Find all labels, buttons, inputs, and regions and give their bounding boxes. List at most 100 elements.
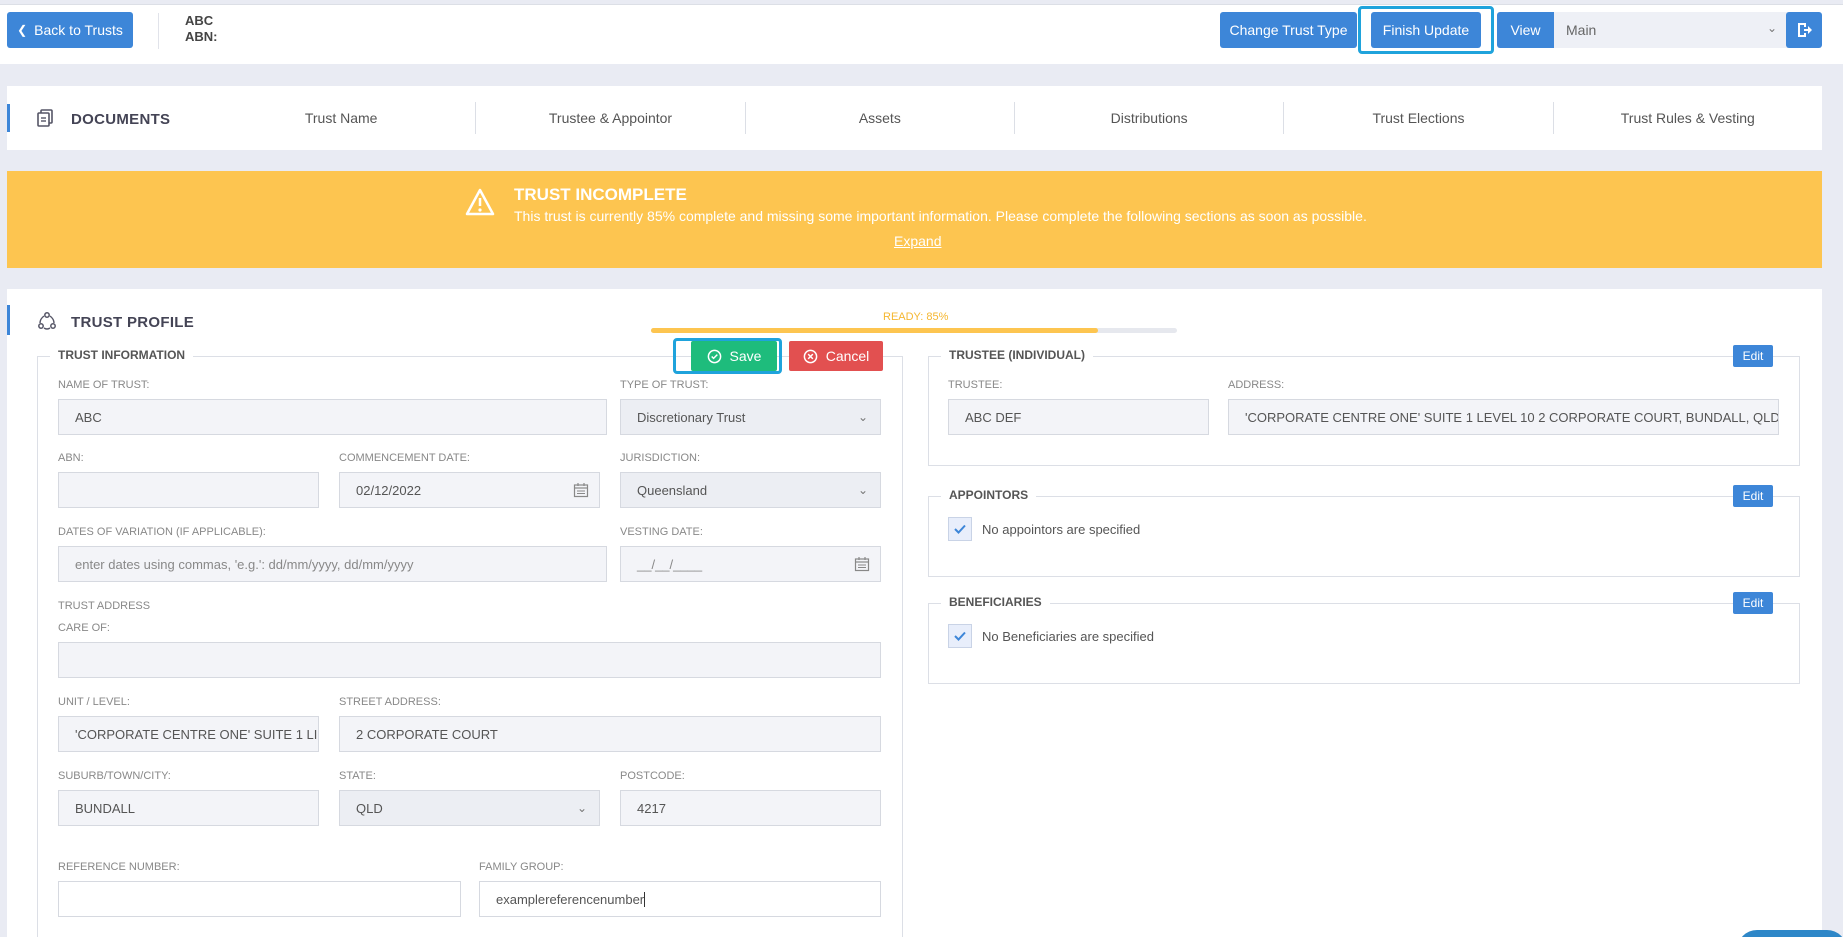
documents-nav: DOCUMENTS Trust Name Trustee & Appointor… [7,86,1822,150]
care-of-input[interactable] [58,642,881,678]
trust-information-legend: TRUST INFORMATION [50,348,194,362]
no-beneficiaries-checkbox[interactable] [948,624,972,648]
trust-profile-panel: TRUST PROFILE READY: 85% TRUST INFORMATI… [7,289,1822,937]
save-label: Save [729,348,762,364]
family-group-value: examplereferencenumber [496,891,645,907]
suburb-input[interactable]: BUNDALL [58,790,319,826]
save-button[interactable]: Save [691,341,777,371]
help-widget-button[interactable] [1737,930,1843,937]
view-label: View [1497,12,1554,48]
chevron-down-icon: ⌄ [1766,21,1777,35]
entity-name: ABC [185,13,214,28]
dates-of-variation-label: DATES OF VARIATION (IF APPLICABLE): [58,526,266,538]
tab-distributions[interactable]: Distributions [1013,102,1283,134]
appointors-legend: APPOINTORS [941,488,1037,502]
view-dropdown[interactable]: Main ⌄ [1554,12,1789,48]
cancel-label: Cancel [825,348,870,364]
type-of-trust-value: Discretionary Trust [637,409,746,425]
view-selected-value: Main [1566,22,1597,38]
vesting-date-input[interactable]: __/__/____ [620,546,881,582]
view-selector[interactable]: View Main ⌄ [1497,12,1789,48]
jurisdiction-label: JURISDICTION: [620,452,701,464]
vesting-date-placeholder: __/__/____ [637,556,703,572]
trustee-input[interactable]: ABC DEF [948,399,1209,435]
chevron-down-icon: ⌄ [857,410,868,424]
tab-trustee-appointor[interactable]: Trustee & Appointor [475,102,744,134]
entity-abn: ABN: [185,29,218,44]
beneficiaries-legend: BENEFICIARIES [941,595,1050,609]
back-button-label: Back to Trusts [34,22,123,38]
unit-level-input[interactable]: 'CORPORATE CENTRE ONE' SUITE 1 LI [58,716,319,752]
text-cursor [644,891,646,907]
expand-link[interactable]: Expand [894,233,941,249]
calendar-icon[interactable] [573,482,589,498]
profile-accent-bar [7,305,10,335]
beneficiaries-edit-button[interactable]: Edit [1733,592,1773,614]
street-address-label: STREET ADDRESS: [339,696,441,708]
street-address-input[interactable]: 2 CORPORATE COURT [339,716,881,752]
calendar-icon[interactable] [854,556,870,572]
appointors-edit-button[interactable]: Edit [1733,485,1773,507]
header-divider [158,13,159,49]
unit-level-label: UNIT / LEVEL: [58,696,130,708]
no-beneficiaries-label: No Beneficiaries are specified [982,629,1154,644]
jurisdiction-value: Queensland [637,482,708,498]
back-to-trusts-button[interactable]: ❮ Back to Trusts [7,12,133,48]
trustee-address-input[interactable]: 'CORPORATE CENTRE ONE' SUITE 1 LEVEL 10 … [1228,399,1779,435]
banner-text: This trust is currently 85% complete and… [514,208,1367,224]
banner-title: TRUST INCOMPLETE [514,185,687,204]
type-of-trust-select[interactable]: Discretionary Trust ⌄ [620,399,881,435]
documents-label: DOCUMENTS [71,111,171,128]
vesting-date-label: VESTING DATE: [620,526,703,538]
no-appointors-label: No appointors are specified [982,522,1141,537]
type-of-trust-label: TYPE OF TRUST: [620,379,709,391]
reference-number-label: REFERENCE NUMBER: [58,861,180,873]
care-of-label: CARE OF: [58,622,110,634]
family-group-input[interactable]: examplereferencenumber [479,881,881,917]
state-select[interactable]: QLD ⌄ [339,790,600,826]
checkmark-icon [954,631,966,641]
cancel-button[interactable]: Cancel [789,341,883,371]
ready-progress-fill [651,328,1099,333]
change-trust-type-button[interactable]: Change Trust Type [1220,12,1357,48]
tab-trust-elections[interactable]: Trust Elections [1283,102,1552,134]
trust-incomplete-banner: TRUST INCOMPLETE This trust is currently… [7,171,1822,268]
chevron-down-icon: ⌄ [576,801,587,815]
family-group-label: FAMILY GROUP: [479,861,564,873]
name-of-trust-label: NAME OF TRUST: [58,379,150,391]
reference-number-input[interactable] [58,881,461,917]
exit-icon [1798,23,1812,37]
postcode-input[interactable]: 4217 [620,790,881,826]
postcode-label: POSTCODE: [620,770,685,782]
chevron-down-icon: ⌄ [857,483,868,497]
chevron-left-icon: ❮ [17,23,28,37]
state-value: QLD [356,800,383,816]
close-circle-icon [803,349,818,363]
trust-address-heading: TRUST ADDRESS [58,600,151,612]
state-label: STATE: [339,770,376,782]
ready-progress-bar [651,328,1177,333]
suburb-label: SUBURB/TOWN/CITY: [58,770,171,782]
dates-of-variation-placeholder: enter dates using commas, 'e.g.': dd/mm/… [75,556,414,572]
exit-button[interactable] [1786,12,1822,48]
tab-trust-rules-vesting[interactable]: Trust Rules & Vesting [1552,102,1822,134]
no-appointors-checkbox[interactable] [948,517,972,541]
commencement-date-input[interactable]: 02/12/2022 [339,472,600,508]
top-bar: ❮ Back to Trusts ABC ABN: Change Trust T… [0,4,1843,64]
profile-title: TRUST PROFILE [71,314,195,331]
tab-trust-name[interactable]: Trust Name [207,102,475,134]
trustee-legend: TRUSTEE (INDIVIDUAL) [941,348,1093,362]
nav-accent-bar [7,104,10,132]
warning-icon [465,188,495,216]
tab-assets[interactable]: Assets [744,102,1014,134]
abn-input[interactable] [58,472,319,508]
name-of-trust-input[interactable]: ABC [58,399,607,435]
dates-of-variation-input[interactable]: enter dates using commas, 'e.g.': dd/mm/… [58,546,607,582]
jurisdiction-select[interactable]: Queensland ⌄ [620,472,881,508]
nav-tabs: Trust Name Trustee & Appointor Assets Di… [207,102,1822,134]
finish-update-button[interactable]: Finish Update [1371,12,1481,48]
checkmark-icon [954,524,966,534]
trustee-edit-button[interactable]: Edit [1733,345,1773,367]
trustee-address-label: ADDRESS: [1228,379,1285,391]
documents-icon [37,109,53,127]
